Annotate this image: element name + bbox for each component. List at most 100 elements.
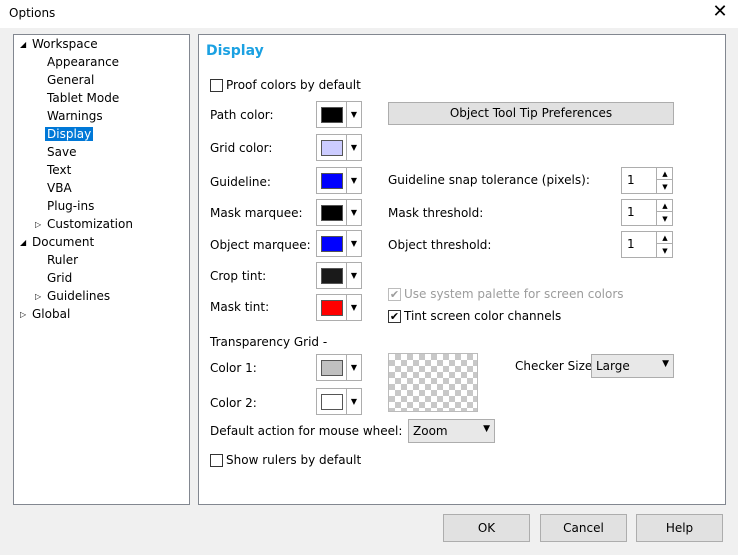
crop-tint-label: Crop tint: xyxy=(210,269,267,283)
color-swatch xyxy=(321,205,343,221)
object-threshold-spinner[interactable]: 1 ▲ ▼ xyxy=(621,231,673,258)
checker-size-dropdown[interactable]: Large ▼ xyxy=(591,354,674,378)
expand-toggle-icon[interactable]: ▷ xyxy=(35,288,45,305)
tree-item-save[interactable]: Save xyxy=(45,144,78,161)
mask-tint-label: Mask tint: xyxy=(210,300,270,314)
spin-buttons: ▲ ▼ xyxy=(656,168,673,193)
window-title: Options xyxy=(9,6,56,20)
guideline-snap-spinner[interactable]: 1 ▲ ▼ xyxy=(621,167,673,194)
collapse-toggle-icon[interactable]: ◢ xyxy=(20,36,30,53)
color-swatch xyxy=(321,394,343,410)
dropdown-value: Zoom xyxy=(413,424,448,438)
spinner-value[interactable]: 1 xyxy=(627,237,635,251)
mask-marquee-label: Mask marquee: xyxy=(210,206,303,220)
tree-item-appearance[interactable]: Appearance xyxy=(45,54,121,71)
transparency-grid-label: Transparency Grid - xyxy=(210,335,328,349)
color-swatch xyxy=(321,300,343,316)
tint-screen-checkbox[interactable]: ✔ xyxy=(388,310,401,323)
mouse-wheel-dropdown[interactable]: Zoom ▼ xyxy=(408,419,495,443)
chevron-down-icon: ▼ xyxy=(350,303,358,312)
tint-screen-label: Tint screen color channels xyxy=(404,309,562,323)
chevron-down-icon: ▼ xyxy=(350,143,358,152)
use-system-palette-checkbox[interactable]: ✔ xyxy=(388,288,401,301)
chevron-down-icon: ▼ xyxy=(350,208,358,217)
chevron-down-icon: ▼ xyxy=(350,176,358,185)
color-swatch xyxy=(321,107,343,123)
object-marquee-color-picker[interactable]: ▼ xyxy=(316,230,362,257)
guideline-color-picker[interactable]: ▼ xyxy=(316,167,362,194)
dropdown-value: Large xyxy=(596,359,630,373)
proof-colors-label: Proof colors by default xyxy=(226,78,361,92)
color-swatch xyxy=(321,268,343,284)
color-swatch xyxy=(321,236,343,252)
collapse-toggle-icon[interactable]: ◢ xyxy=(20,234,30,251)
tree-item-general[interactable]: General xyxy=(45,72,96,89)
tree-item-plug-ins[interactable]: Plug-ins xyxy=(45,198,96,215)
tree-item-workspace[interactable]: ◢ Workspace xyxy=(20,36,100,53)
use-system-palette-label: Use system palette for screen colors xyxy=(404,287,624,301)
grid-color-picker[interactable]: ▼ xyxy=(316,134,362,161)
grid-color-2-label: Color 2: xyxy=(210,396,257,410)
tree-item-grid[interactable]: Grid xyxy=(45,270,74,287)
spin-up-icon[interactable]: ▲ xyxy=(657,200,673,212)
chevron-down-icon: ▼ xyxy=(662,359,669,369)
object-tooltip-preferences-button[interactable]: Object Tool Tip Preferences xyxy=(388,102,674,125)
checker-size-label: Checker Size: xyxy=(515,359,597,373)
grid-color-1-label: Color 1: xyxy=(210,361,257,375)
ok-button[interactable]: OK xyxy=(443,514,530,542)
chevron-down-icon: ▼ xyxy=(350,271,358,280)
chevron-down-icon: ▼ xyxy=(350,397,358,406)
grid-color-2-picker[interactable]: ▼ xyxy=(316,388,362,415)
transparency-grid-preview xyxy=(388,353,478,412)
spin-up-icon[interactable]: ▲ xyxy=(657,168,673,180)
guideline-color-label: Guideline: xyxy=(210,175,271,189)
spinner-value[interactable]: 1 xyxy=(627,205,635,219)
spin-down-icon[interactable]: ▼ xyxy=(657,245,673,257)
tree-item-warnings[interactable]: Warnings xyxy=(45,108,105,125)
tree-item-global[interactable]: ▷ Global xyxy=(20,306,72,323)
expand-toggle-icon[interactable]: ▷ xyxy=(35,216,45,233)
tree-item-ruler[interactable]: Ruler xyxy=(45,252,80,269)
close-icon[interactable]: ✕ xyxy=(708,2,732,24)
proof-colors-checkbox[interactable] xyxy=(210,79,223,92)
chevron-down-icon: ▼ xyxy=(350,363,358,372)
spin-buttons: ▲ ▼ xyxy=(656,200,673,225)
chevron-down-icon: ▼ xyxy=(483,424,490,434)
spinner-value[interactable]: 1 xyxy=(627,173,635,187)
show-rulers-label: Show rulers by default xyxy=(226,453,362,467)
tree-item-text[interactable]: Text xyxy=(45,162,73,179)
spin-down-icon[interactable]: ▼ xyxy=(657,213,673,225)
object-marquee-label: Object marquee: xyxy=(210,238,311,252)
tree-item-guidelines[interactable]: ▷ Guidelines xyxy=(35,288,112,305)
grid-color-1-picker[interactable]: ▼ xyxy=(316,354,362,381)
help-button[interactable]: Help xyxy=(636,514,723,542)
mask-threshold-label: Mask threshold: xyxy=(388,206,484,220)
tree-item-document[interactable]: ◢ Document xyxy=(20,234,96,251)
path-color-label: Path color: xyxy=(210,108,274,122)
category-tree: ◢ Workspace Appearance General Tablet Mod… xyxy=(13,34,190,505)
color-swatch xyxy=(321,173,343,189)
mask-tint-color-picker[interactable]: ▼ xyxy=(316,294,362,321)
color-swatch xyxy=(321,360,343,376)
title-bar xyxy=(0,0,738,28)
cancel-button[interactable]: Cancel xyxy=(540,514,627,542)
section-title: Display xyxy=(206,43,264,59)
spin-down-icon[interactable]: ▼ xyxy=(657,181,673,193)
tree-item-tablet-mode[interactable]: Tablet Mode xyxy=(45,90,121,107)
expand-toggle-icon[interactable]: ▷ xyxy=(20,306,30,323)
tree-item-customization[interactable]: ▷ Customization xyxy=(35,216,135,233)
show-rulers-checkbox[interactable] xyxy=(210,454,223,467)
color-swatch xyxy=(321,140,343,156)
mask-threshold-spinner[interactable]: 1 ▲ ▼ xyxy=(621,199,673,226)
crop-tint-color-picker[interactable]: ▼ xyxy=(316,262,362,289)
mouse-wheel-label: Default action for mouse wheel: xyxy=(210,424,403,438)
tree-item-vba[interactable]: VBA xyxy=(45,180,74,197)
spin-up-icon[interactable]: ▲ xyxy=(657,232,673,244)
path-color-picker[interactable]: ▼ xyxy=(316,101,362,128)
chevron-down-icon: ▼ xyxy=(350,239,358,248)
grid-color-label: Grid color: xyxy=(210,141,273,155)
mask-marquee-color-picker[interactable]: ▼ xyxy=(316,199,362,226)
tree-item-display[interactable]: Display xyxy=(45,126,94,143)
guideline-snap-label: Guideline snap tolerance (pixels): xyxy=(388,173,590,187)
chevron-down-icon: ▼ xyxy=(350,110,358,119)
